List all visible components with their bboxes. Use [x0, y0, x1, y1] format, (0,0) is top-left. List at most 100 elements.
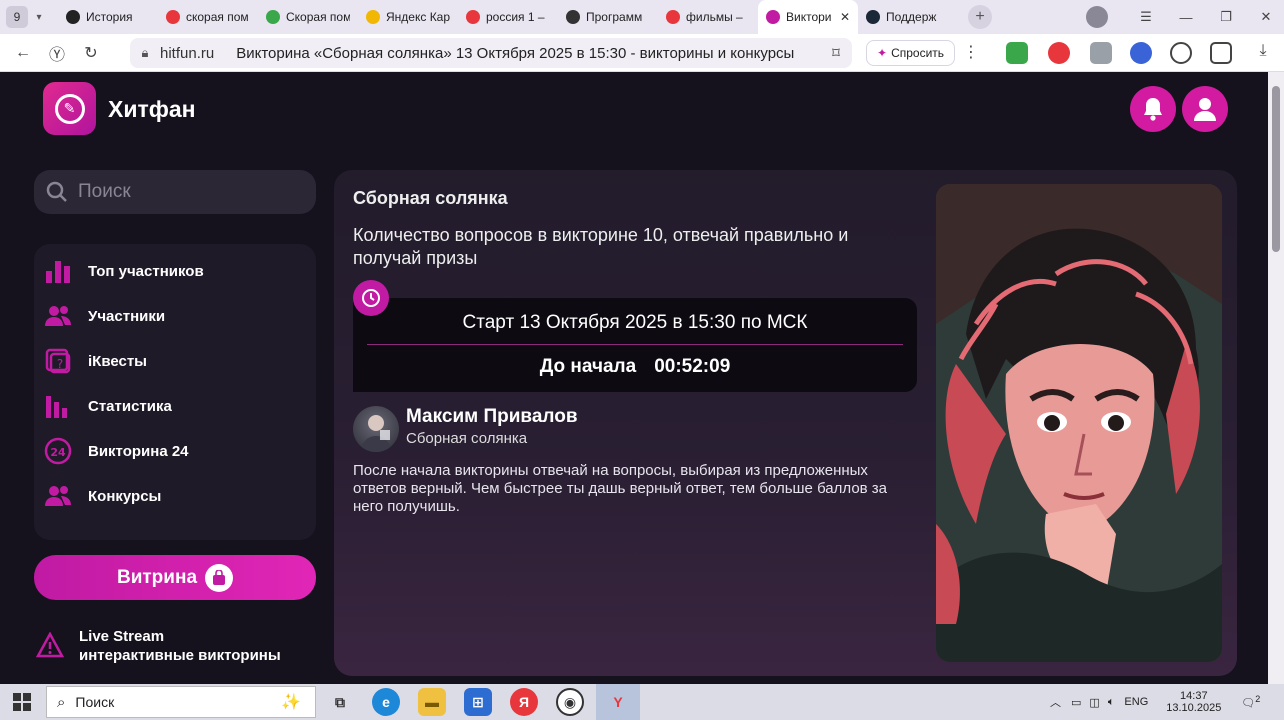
bell-icon [1144, 98, 1162, 121]
lock-icon: 🔒︎ [141, 45, 149, 60]
file-explorer-icon[interactable]: ▬ [418, 688, 446, 716]
yandex-browser-taskbar-icon[interactable]: Y [596, 684, 640, 720]
restore-icon[interactable]: ❐ [1206, 9, 1246, 25]
obs-icon[interactable]: ◉ [556, 688, 584, 716]
wifi-icon[interactable]: ◫ [1089, 696, 1099, 709]
sidebar-item[interactable]: Участники [44, 298, 306, 334]
url-field[interactable]: 🔒︎ hitfun.ru Викторина «Сборная солянка»… [130, 38, 852, 68]
player-ext-icon[interactable] [1170, 42, 1192, 64]
task-view-icon[interactable]: ⧉ [326, 688, 354, 716]
author-name[interactable]: Максим Привалов [406, 406, 578, 428]
browser-tab[interactable]: Виктори ✕ [758, 0, 858, 34]
quiz-rules: После начала викторины отвечай на вопрос… [353, 462, 888, 515]
more-options-icon[interactable]: ⋮ [963, 42, 979, 62]
steam-icon [866, 10, 880, 24]
new-tab-button[interactable]: + [968, 5, 992, 29]
browser-tab[interactable]: скорая пом [158, 0, 258, 34]
collections-icon[interactable] [1210, 42, 1232, 64]
sidebar-item-label: Статистика [88, 397, 172, 415]
profile-avatar[interactable] [1086, 6, 1108, 28]
ms-store-icon[interactable]: ⊞ [464, 688, 492, 716]
browser-tab-label: скорая пом [186, 10, 249, 24]
taskbar-search-box[interactable]: ⌕ Поиск ✨ [46, 686, 316, 718]
translate-ext-icon[interactable] [1130, 42, 1152, 64]
screenshot-ext-icon[interactable] [1090, 42, 1112, 64]
site-logo[interactable]: ✎ [43, 82, 96, 135]
downloads-icon[interactable]: ⤓ [1252, 42, 1274, 64]
start-time-box: Старт 13 Октября 2025 в 15:30 по МСК До … [353, 298, 917, 392]
sidebar-item[interactable]: ? iКвесты [44, 343, 306, 379]
svg-text:24: 24 [50, 446, 66, 459]
sidebar-item[interactable]: 24 Викторина 24 [44, 433, 306, 469]
sidebar-item[interactable]: Статистика [44, 388, 306, 424]
profile-button[interactable] [1182, 86, 1228, 132]
url-domain: hitfun.ru [160, 44, 215, 62]
live-stream-subtitle: интерактивные викторины [79, 647, 281, 664]
countdown-row: До начала 00:52:09 [353, 356, 917, 378]
yandex-app-icon[interactable]: Я [510, 688, 538, 716]
yandex-home-icon[interactable]: Ⓨ [42, 41, 72, 65]
minimize-icon[interactable]: — [1166, 10, 1206, 25]
live-stream-link[interactable]: Live Stream интерактивные викторины [34, 628, 316, 668]
vitrina-button[interactable]: Витрина [34, 555, 316, 600]
shopping-bag-icon [205, 563, 234, 592]
close-tab-icon[interactable]: ✕ [840, 10, 850, 24]
language-indicator[interactable]: ENG [1124, 696, 1148, 708]
vitrina-label: Витрина [116, 566, 198, 588]
bookmark-icon[interactable]: ⌑ [820, 44, 852, 62]
chevron-down-icon[interactable]: ▾ [28, 12, 50, 23]
browser-tab[interactable]: Поддерж [858, 0, 958, 34]
browser-tab[interactable]: россия 1 – [458, 0, 558, 34]
adblock-ext-icon[interactable] [1048, 42, 1070, 64]
ask-ai-label: Спросить [891, 46, 945, 60]
quiz-illustration [936, 184, 1222, 662]
quiz-description: Количество вопросов в викторине 10, отве… [353, 225, 849, 268]
page-scrollbar[interactable] [1268, 72, 1284, 684]
clock-date: 13.10.2025 [1166, 702, 1222, 714]
svg-text:?: ? [57, 357, 63, 371]
browser-tab[interactable]: Скорая пом [258, 0, 358, 34]
search-box[interactable]: Поиск [34, 170, 316, 214]
brand-name[interactable]: Хитфан [108, 96, 196, 123]
tab-count-badge[interactable]: 9 [6, 6, 28, 28]
yandex-icon [666, 10, 680, 24]
network-icon[interactable]: ▭ [1071, 696, 1081, 709]
site-header: ✎ Хитфан [0, 72, 1268, 146]
reload-icon[interactable]: ↻ [76, 43, 106, 63]
stats-icon [44, 392, 72, 420]
edge-browser-icon[interactable]: e [372, 688, 400, 716]
tv-icon [566, 10, 580, 24]
volume-icon[interactable]: 🔈︎ [1108, 696, 1115, 709]
author-block: Максим Привалов Сборная солянка [353, 406, 913, 456]
browser-tab-label: россия 1 – [486, 10, 545, 24]
sidebar-item[interactable]: Топ участников [44, 253, 306, 289]
scrollbar-thumb[interactable] [1272, 86, 1280, 252]
menu-icon[interactable]: ☰ [1126, 9, 1166, 25]
notification-count: 2 [1255, 694, 1261, 705]
bar-chart-icon [44, 257, 72, 285]
window-controls: ☰ — ❐ ✕ [1086, 0, 1284, 34]
notifications-button[interactable] [1130, 86, 1176, 132]
sidebar-item[interactable]: Конкурсы [44, 478, 306, 514]
clock[interactable]: 14:37 13.10.2025 [1166, 690, 1221, 714]
browser-tab[interactable]: Яндекс Кар [358, 0, 458, 34]
browser-tab[interactable]: История [58, 0, 158, 34]
download-ext-icon[interactable] [1006, 42, 1028, 64]
contest-icon [44, 482, 72, 510]
ask-ai-button[interactable]: ✦ Спросить [866, 40, 956, 66]
taskbar-search-label: Поиск [75, 694, 115, 710]
browser-tab[interactable]: Программ [558, 0, 658, 34]
chevron-up-icon[interactable]: ︿ [1050, 694, 1061, 710]
close-window-icon[interactable]: ✕ [1246, 9, 1284, 25]
browser-tab-label: Скорая пом [286, 10, 350, 24]
hd-icon [266, 10, 280, 24]
countdown-label: До начала [539, 356, 637, 377]
web-page: ✎ Хитфан Поиск Топ участников Участники ? i… [0, 72, 1284, 684]
back-icon[interactable]: ← [8, 44, 38, 62]
author-avatar[interactable] [353, 406, 399, 452]
warning-triangle-icon [36, 632, 64, 658]
windows-start-icon[interactable] [8, 688, 36, 716]
browser-tab[interactable]: фильмы – [658, 0, 758, 34]
logo-mark-icon: ✎ [54, 93, 85, 124]
notification-center-icon[interactable]: 🗨︎2 [1241, 694, 1260, 710]
